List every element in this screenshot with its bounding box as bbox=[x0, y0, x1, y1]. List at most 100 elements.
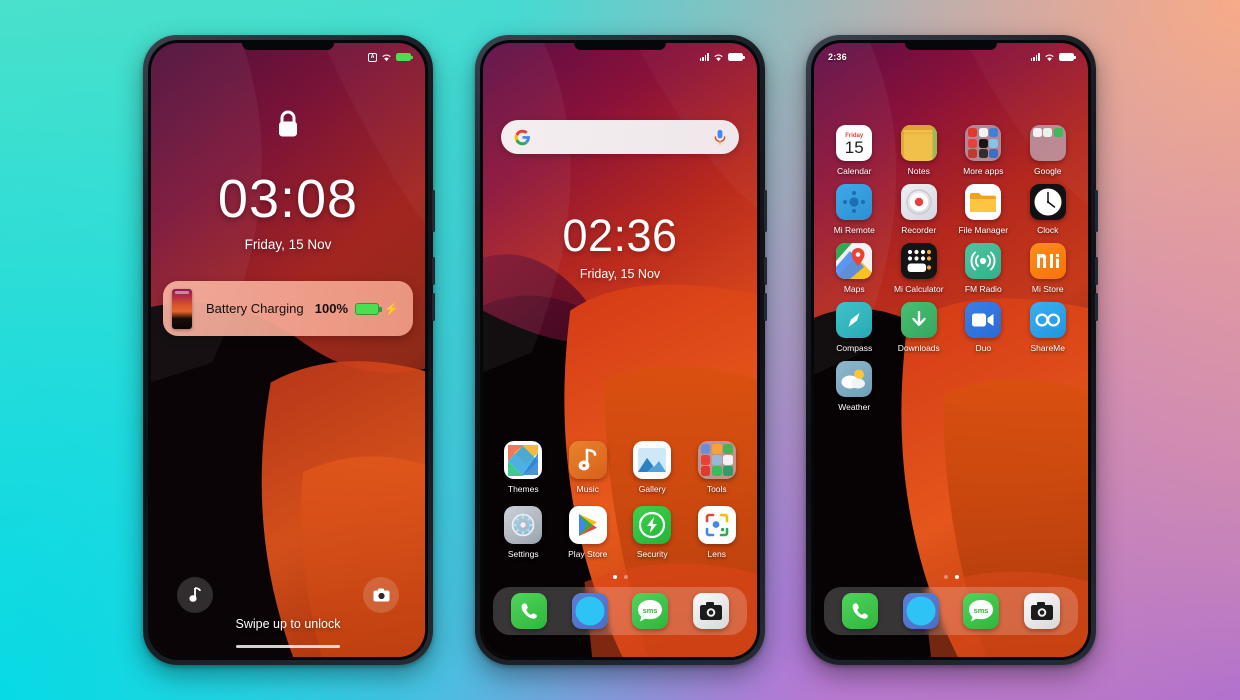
app-label: Lens bbox=[707, 549, 726, 559]
app-label: File Manager bbox=[958, 225, 1009, 235]
camera-icon[interactable] bbox=[692, 593, 729, 629]
gallery-icon bbox=[633, 441, 672, 479]
wifi-icon bbox=[382, 53, 391, 61]
home-clock-time: 02:36 bbox=[562, 210, 678, 261]
settings-icon bbox=[504, 506, 543, 544]
camera-icon[interactable] bbox=[1023, 593, 1060, 629]
app-maps[interactable]: Maps bbox=[822, 243, 887, 294]
app-tools-folder[interactable]: Tools bbox=[685, 441, 750, 494]
app-play-store[interactable]: Play Store bbox=[556, 506, 621, 559]
mi-remote-icon bbox=[836, 184, 873, 220]
phone-bezel: 2:36 Friday 15 Calendar Notes More apps … bbox=[811, 40, 1091, 660]
app-more-apps-folder[interactable]: More apps bbox=[951, 125, 1016, 176]
battery-notification[interactable]: Battery Charging 100% ⚡ bbox=[163, 281, 413, 336]
app-duo[interactable]: Duo bbox=[951, 302, 1016, 353]
app-music[interactable]: Music bbox=[556, 441, 621, 494]
app-lens[interactable]: Lens bbox=[685, 506, 750, 559]
page-dot[interactable] bbox=[943, 575, 948, 579]
volume-down-button[interactable] bbox=[1095, 257, 1098, 285]
battery-icon bbox=[1059, 53, 1076, 61]
phone-home-screen: 02:36 Friday, 15 Nov Themes Music Galler… bbox=[475, 35, 767, 665]
volume-up-button[interactable] bbox=[1095, 190, 1098, 232]
security-icon bbox=[633, 506, 672, 544]
app-compass[interactable]: Compass bbox=[822, 302, 887, 353]
battery-percent: 100% bbox=[314, 301, 349, 316]
lock-clock: 03:08 Friday, 15 Nov bbox=[151, 172, 425, 252]
svg-text:sms: sms bbox=[643, 606, 658, 615]
app-gallery[interactable]: Gallery bbox=[620, 441, 685, 494]
music-icon bbox=[568, 441, 607, 479]
volume-up-button[interactable] bbox=[764, 190, 767, 232]
dock: sms bbox=[493, 587, 747, 635]
camera-icon bbox=[373, 588, 389, 602]
signal-icon bbox=[1030, 53, 1040, 61]
sms-icon[interactable]: sms bbox=[963, 593, 1000, 629]
app-settings[interactable]: Settings bbox=[491, 506, 556, 559]
power-button[interactable] bbox=[432, 293, 435, 321]
app-mi-remote[interactable]: Mi Remote bbox=[822, 184, 887, 235]
volume-down-button[interactable] bbox=[764, 257, 767, 285]
camera-shortcut[interactable] bbox=[363, 577, 399, 613]
app-file-manager[interactable]: File Manager bbox=[951, 184, 1016, 235]
page-indicator bbox=[814, 575, 1088, 579]
page-dot[interactable] bbox=[623, 575, 628, 579]
page-indicator bbox=[483, 575, 757, 579]
browser-icon[interactable] bbox=[902, 593, 939, 629]
weather-icon bbox=[836, 361, 873, 397]
app-label: Calendar bbox=[837, 166, 872, 176]
home-app-grid: Themes Music Gallery Tools Settings Play… bbox=[491, 441, 749, 559]
google-lens-icon bbox=[697, 506, 736, 544]
app-fm-radio[interactable]: FM Radio bbox=[951, 243, 1016, 294]
status-time: 2:36 bbox=[828, 52, 847, 62]
app-mi-store[interactable]: Mi Store bbox=[1016, 243, 1081, 294]
music-shortcut[interactable] bbox=[177, 577, 213, 613]
mi-store-icon bbox=[1029, 243, 1066, 279]
phone-icon[interactable] bbox=[511, 593, 548, 629]
google-search-bar[interactable] bbox=[501, 120, 739, 154]
home-clock-widget[interactable]: 02:36 Friday, 15 Nov bbox=[483, 213, 757, 281]
play-store-icon bbox=[568, 506, 607, 544]
app-shareme[interactable]: ShareMe bbox=[1016, 302, 1081, 353]
app-label: Mi Remote bbox=[833, 225, 875, 235]
page-dot[interactable] bbox=[612, 575, 617, 579]
app-label: Notes bbox=[907, 166, 930, 176]
home-clock-date: Friday, 15 Nov bbox=[579, 267, 661, 281]
app-security[interactable]: Security bbox=[620, 506, 685, 559]
browser-icon[interactable] bbox=[571, 593, 608, 629]
wifi-icon bbox=[714, 53, 723, 61]
volume-down-button[interactable] bbox=[432, 257, 435, 285]
phone-frame: 2:36 Friday 15 Calendar Notes More apps … bbox=[806, 35, 1098, 665]
music-note-icon bbox=[188, 587, 201, 602]
app-downloads[interactable]: Downloads bbox=[887, 302, 952, 353]
phone-frame: 02:36 Friday, 15 Nov Themes Music Galler… bbox=[475, 35, 767, 665]
app-mi-calculator[interactable]: Mi Calculator bbox=[887, 243, 952, 294]
calculator-icon bbox=[900, 243, 937, 279]
app-label: Play Store bbox=[568, 549, 608, 559]
app-weather[interactable]: Weather bbox=[822, 361, 887, 412]
calendar-day: 15 bbox=[844, 138, 864, 158]
svg-text:sms: sms bbox=[974, 606, 989, 615]
app-label: Downloads bbox=[897, 343, 940, 353]
sms-icon[interactable]: sms bbox=[632, 593, 669, 629]
dock: sms bbox=[824, 587, 1078, 635]
wifi-icon bbox=[1045, 53, 1054, 61]
drawer-app-grid: Friday 15 Calendar Notes More apps Googl… bbox=[822, 125, 1080, 412]
phone-bezel: 02:36 Friday, 15 Nov Themes Music Galler… bbox=[480, 40, 760, 660]
calendar-icon: Friday 15 bbox=[836, 125, 873, 161]
phone-icon[interactable] bbox=[842, 593, 879, 629]
swipe-hint: Swipe up to unlock bbox=[235, 617, 341, 631]
page-dot[interactable] bbox=[954, 575, 959, 579]
app-recorder[interactable]: Recorder bbox=[887, 184, 952, 235]
home-indicator[interactable] bbox=[236, 644, 340, 648]
power-button[interactable] bbox=[1095, 293, 1098, 321]
themes-icon bbox=[504, 441, 543, 479]
volume-up-button[interactable] bbox=[432, 190, 435, 232]
app-themes[interactable]: Themes bbox=[491, 441, 556, 494]
app-notes[interactable]: Notes bbox=[887, 125, 952, 176]
app-google-folder[interactable]: Google bbox=[1016, 125, 1081, 176]
google-g-icon bbox=[514, 129, 530, 145]
power-button[interactable] bbox=[764, 293, 767, 321]
lock-clock-time: 03:08 bbox=[217, 169, 359, 229]
app-calendar[interactable]: Friday 15 Calendar bbox=[822, 125, 887, 176]
app-clock[interactable]: Clock bbox=[1016, 184, 1081, 235]
